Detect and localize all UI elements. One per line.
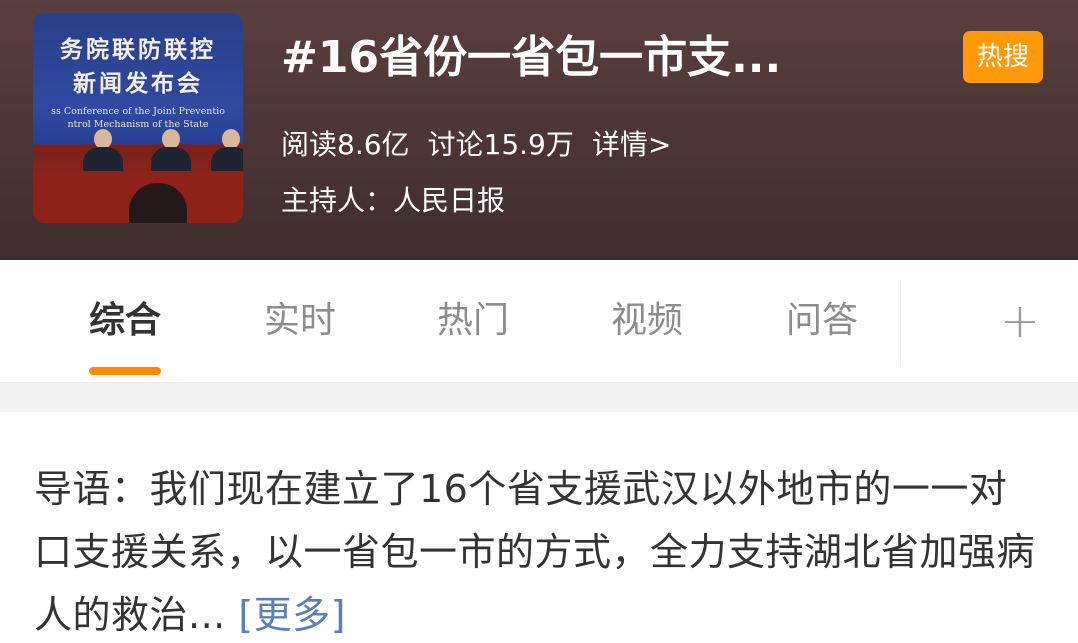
tab-realtime[interactable]: 实时 — [240, 298, 360, 344]
topic-stats: 阅读8.6亿 讨论15.9万 详情> — [281, 124, 689, 166]
discussion-count: 讨论15.9万 — [427, 128, 574, 161]
topic-title: #16省份一省包一市支... — [281, 32, 782, 83]
cover-title: 务院联防联控 新闻发布会 — [33, 33, 243, 101]
section-divider — [0, 382, 1078, 412]
tab-divider — [900, 280, 901, 366]
topic-intro: 导语：我们现在建立了16个省支援武汉以外地市的一一对口支援关系，以一省包一市的方… — [34, 458, 1044, 643]
details-link[interactable]: 详情> — [592, 128, 671, 161]
cover-subtitle-line-1: ss Conference of the Joint Preventio — [51, 106, 225, 117]
cover-title-line-1: 务院联防联控 — [60, 37, 216, 63]
tab-qa[interactable]: 问答 — [762, 298, 882, 344]
read-count: 阅读8.6亿 — [281, 128, 410, 161]
topic-host[interactable]: 主持人：人民日报 — [281, 180, 505, 222]
tab-hot[interactable]: 热门 — [413, 298, 533, 344]
cover-title-line-2: 新闻发布会 — [73, 71, 203, 97]
topic-header: 务院联防联控 新闻发布会 ss Conference of the Joint … — [0, 0, 1078, 260]
tab-bar: 综合 实时 热门 视频 问答 + — [0, 260, 1078, 382]
hot-search-badge: 热搜 — [963, 31, 1043, 83]
tab-comprehensive[interactable]: 综合 — [65, 298, 185, 344]
active-tab-indicator — [89, 367, 161, 375]
topic-cover-image[interactable]: 务院联防联控 新闻发布会 ss Conference of the Joint … — [33, 13, 243, 223]
add-tab-plus-icon[interactable]: + — [990, 296, 1050, 346]
intro-text: 导语：我们现在建立了16个省支援武汉以外地市的一一对口支援关系，以一省包一市的方… — [34, 467, 1036, 637]
more-link[interactable]: [更多] — [238, 593, 346, 637]
tab-video[interactable]: 视频 — [587, 298, 707, 344]
